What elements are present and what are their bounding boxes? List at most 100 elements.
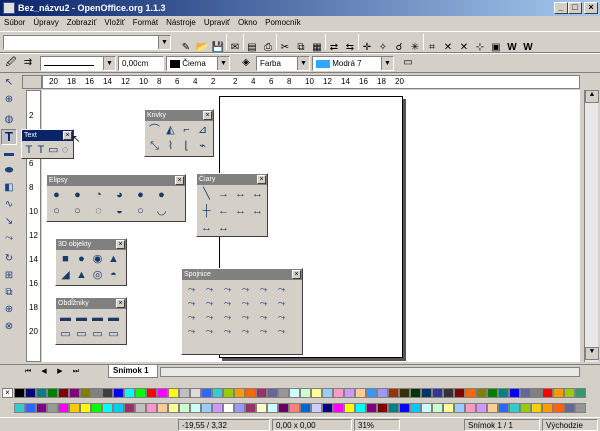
color-swatch[interactable]: [47, 388, 58, 398]
color-swatch[interactable]: [256, 388, 267, 398]
ellipses-tool-9-icon[interactable]: ◒: [112, 204, 127, 219]
color-swatch[interactable]: [102, 403, 113, 413]
rectangles-tool-3-icon[interactable]: ▬: [106, 311, 121, 326]
color-swatch[interactable]: [201, 403, 212, 413]
color-swatch[interactable]: [135, 388, 146, 398]
color-swatch[interactable]: [190, 403, 201, 413]
color-swatch[interactable]: [355, 403, 366, 413]
menu-vlozit[interactable]: Vložiť: [104, 18, 124, 27]
curves-palette-title[interactable]: Krivky ×: [145, 110, 213, 121]
app-icon[interactable]: [3, 2, 15, 14]
color-swatch[interactable]: [333, 388, 344, 398]
rectangles-tool-0-icon[interactable]: ▬: [58, 311, 73, 326]
color-swatch[interactable]: [146, 403, 157, 413]
connectors-tool-12-icon[interactable]: ⤳: [184, 310, 199, 323]
color-swatch[interactable]: [421, 388, 432, 398]
close-icon[interactable]: ×: [257, 175, 266, 184]
color-swatch[interactable]: [575, 403, 586, 413]
connector-tool-icon[interactable]: ⤳: [1, 231, 17, 247]
close-button[interactable]: ×: [584, 2, 598, 14]
lines-tool-8-icon[interactable]: ↔: [199, 221, 214, 236]
rectangles-tool-6-icon[interactable]: ▭: [90, 327, 105, 342]
color-swatch[interactable]: [333, 403, 344, 413]
text-tool-icon[interactable]: T: [1, 129, 17, 145]
color-swatch[interactable]: [36, 403, 47, 413]
color-swatch[interactable]: [25, 403, 36, 413]
color-swatch[interactable]: [300, 403, 311, 413]
menu-upravy[interactable]: Úpravy: [33, 18, 58, 27]
color-swatch[interactable]: [443, 403, 454, 413]
rotate-icon[interactable]: ↻: [1, 251, 17, 267]
color-swatch[interactable]: [223, 388, 234, 398]
color-swatch[interactable]: [465, 388, 476, 398]
color-swatch[interactable]: [135, 403, 146, 413]
lines-tool-7-icon[interactable]: ↔: [250, 204, 265, 219]
connectors-tool-18-icon[interactable]: ⤳: [184, 324, 199, 337]
connectors-tool-20-icon[interactable]: ⤳: [220, 324, 235, 337]
color-swatch[interactable]: [69, 388, 80, 398]
rectangles-palette-title[interactable]: Obdĺžniky ×: [56, 298, 126, 309]
connectors-tool-0-icon[interactable]: ⤳: [184, 282, 199, 295]
color-swatch[interactable]: [267, 388, 278, 398]
color-swatch[interactable]: [146, 388, 157, 398]
first-slide-icon[interactable]: ⏮: [20, 364, 36, 380]
color-swatch[interactable]: [509, 388, 520, 398]
connectors-tool-11-icon[interactable]: ⤳: [274, 296, 289, 309]
menu-nastroje[interactable]: Nástroje: [166, 18, 196, 27]
color-swatch[interactable]: [25, 388, 36, 398]
color-swatch[interactable]: [124, 403, 135, 413]
url-combobox[interactable]: ▼: [3, 35, 171, 50]
rectangles-tool-1-icon[interactable]: ▬: [74, 311, 89, 326]
color-swatch[interactable]: [179, 403, 190, 413]
color-swatch[interactable]: [542, 388, 553, 398]
menu-format[interactable]: Formát: [133, 18, 158, 27]
zoom-icon[interactable]: ⊕: [1, 92, 17, 108]
object3d-tool-icon[interactable]: ◧: [1, 180, 17, 196]
color-swatch[interactable]: [410, 388, 421, 398]
color-swatch[interactable]: [465, 403, 476, 413]
ellipses-tool-2-icon[interactable]: ◔: [91, 188, 106, 203]
color-swatch[interactable]: [454, 403, 465, 413]
connectors-tool-17-icon[interactable]: ⤳: [274, 310, 289, 323]
color-swatch[interactable]: [267, 403, 278, 413]
text-tool-3-icon[interactable]: ◌: [60, 143, 70, 156]
color-swatch[interactable]: [201, 388, 212, 398]
rectangles-tool-4-icon[interactable]: ▭: [58, 327, 73, 342]
line-tool-icon[interactable]: ↘: [1, 214, 17, 230]
color-swatch[interactable]: [223, 403, 234, 413]
zoom-readout[interactable]: 31%: [354, 419, 400, 431]
rectangles-tool-7-icon[interactable]: ▭: [106, 327, 121, 342]
ellipses-tool-11-icon[interactable]: ◡: [154, 204, 169, 219]
text-tool-0-icon[interactable]: T: [24, 143, 34, 156]
connectors-tool-7-icon[interactable]: ⤳: [202, 296, 217, 309]
color-swatch[interactable]: [234, 388, 245, 398]
color-swatch[interactable]: [80, 403, 91, 413]
ellipses-tool-4-icon[interactable]: ●: [133, 188, 148, 203]
color-swatch[interactable]: [14, 388, 25, 398]
insert-icon[interactable]: ⊕: [1, 302, 17, 318]
color-swatch[interactable]: [234, 403, 245, 413]
color-swatch[interactable]: [575, 388, 586, 398]
color-swatch[interactable]: [190, 388, 201, 398]
connectors-tool-2-icon[interactable]: ⤳: [220, 282, 235, 295]
lines-tool-3-icon[interactable]: ↔: [250, 187, 265, 202]
connectors-palette-title[interactable]: Spojnice ×: [182, 269, 302, 280]
objects3d-tool-3-icon[interactable]: ▲: [106, 252, 121, 267]
color-swatch[interactable]: [366, 403, 377, 413]
color-swatch[interactable]: [432, 403, 443, 413]
rectangle-tool-icon[interactable]: ▬: [1, 146, 17, 162]
color-swatch[interactable]: [344, 403, 355, 413]
menu-okno[interactable]: Okno: [238, 18, 257, 27]
lines-palette-title[interactable]: Čiary ×: [197, 174, 267, 185]
text-tool-1-icon[interactable]: T: [36, 143, 46, 156]
color-swatch[interactable]: [498, 388, 509, 398]
color-swatch[interactable]: [168, 388, 179, 398]
tab-snimok-1[interactable]: Snímok 1: [108, 365, 158, 378]
close-icon[interactable]: ×: [63, 131, 72, 140]
chevron-down-icon[interactable]: ▼: [158, 36, 170, 49]
color-swatch[interactable]: [454, 388, 465, 398]
connectors-tool-16-icon[interactable]: ⤳: [256, 310, 271, 323]
connectors-tool-23-icon[interactable]: ⤳: [274, 324, 289, 337]
color-swatch[interactable]: [388, 388, 399, 398]
curves-tool-4-icon[interactable]: ⤡: [147, 139, 162, 154]
